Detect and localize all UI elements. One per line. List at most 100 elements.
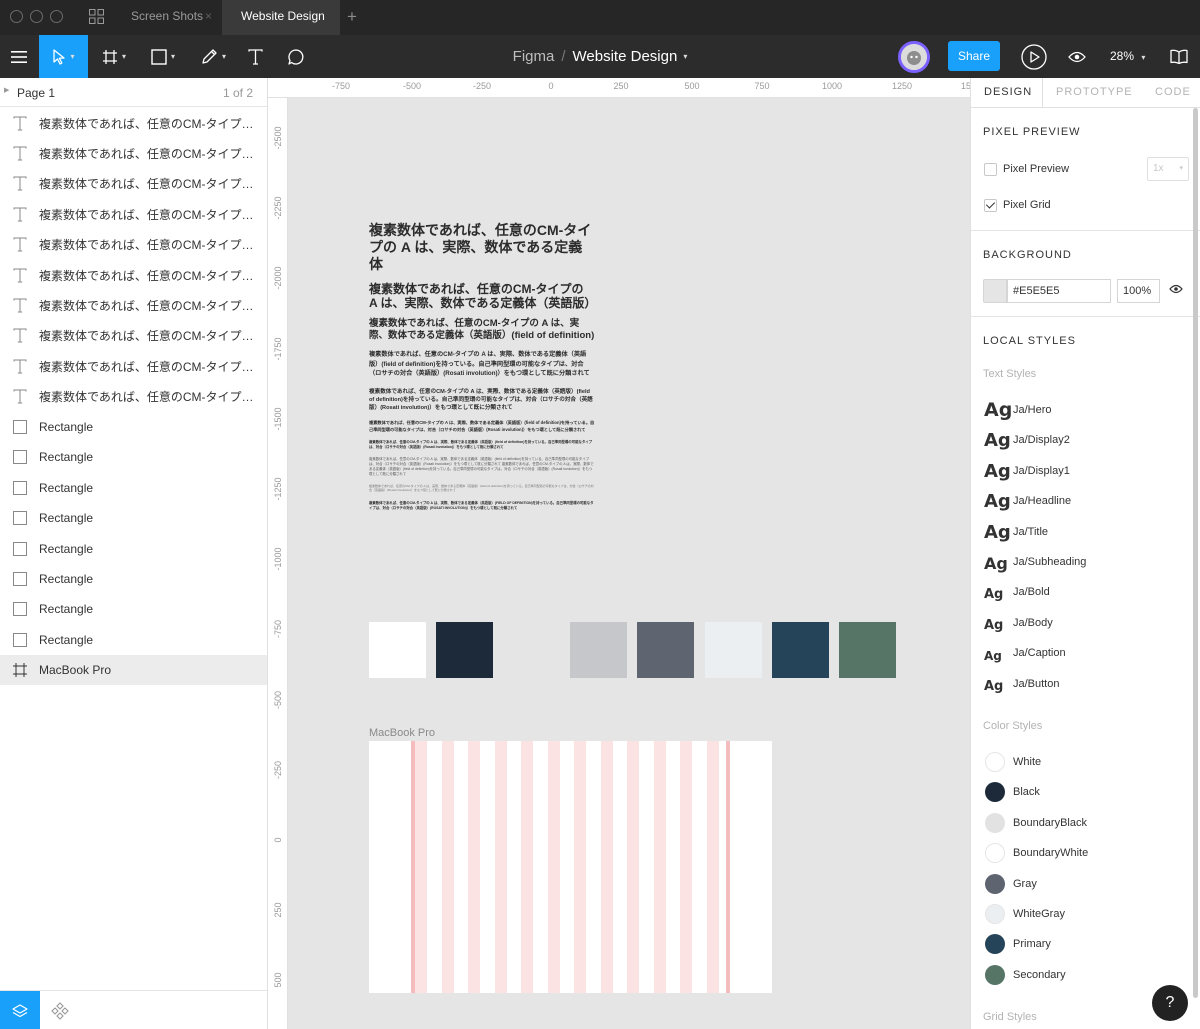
background-color-swatch[interactable] bbox=[983, 279, 1007, 303]
text-sample[interactable]: 複素数体であれば、任意のCM-タイプの A は、実際、数体である定義体 bbox=[369, 222, 595, 273]
color-swatch[interactable] bbox=[570, 622, 628, 678]
tab-code[interactable]: CODE bbox=[1155, 78, 1191, 108]
project-name[interactable]: Figma bbox=[513, 48, 555, 65]
color-swatch[interactable] bbox=[838, 622, 896, 678]
layer-text[interactable]: 複素数体であれば、任意のCM-タイプの A は、実際、数体である定義体（英語版） bbox=[0, 290, 267, 320]
layer-rectangle[interactable]: Rectangle bbox=[0, 625, 267, 655]
text-sample[interactable]: 複素数体であれば、任意のCM-タイプの A は、実際、数体である定義体（英語版）… bbox=[369, 457, 595, 477]
layer-rectangle[interactable]: Rectangle bbox=[0, 412, 267, 442]
layer-rectangle[interactable]: Rectangle bbox=[0, 564, 267, 594]
tab-website-design[interactable]: Website Design bbox=[222, 0, 340, 35]
color-style-item[interactable]: White bbox=[983, 748, 1193, 778]
text-style-item[interactable]: Ag Ja/Button bbox=[983, 670, 1193, 700]
zoom-window-button[interactable] bbox=[50, 10, 63, 23]
color-swatch[interactable] bbox=[436, 622, 494, 678]
text-sample[interactable]: 複素数体であれば、任意のCM-タイプの A は、実際、数体である定義体（英語版）… bbox=[369, 350, 595, 379]
present-button[interactable] bbox=[1019, 35, 1049, 78]
color-swatch[interactable] bbox=[503, 622, 561, 678]
layer-text[interactable]: 複素数体であれば、任意のCM-タイプの A は、実際、数体である定義体（英語版） bbox=[0, 321, 267, 351]
color-swatch[interactable] bbox=[369, 622, 426, 678]
background-opacity-input[interactable]: 100% bbox=[1117, 279, 1160, 303]
tab-prototype[interactable]: PROTOTYPE bbox=[1056, 78, 1133, 108]
minimize-window-button[interactable] bbox=[30, 10, 43, 23]
pixel-scale-select[interactable]: 1x ▾ bbox=[1147, 157, 1189, 181]
frame-label[interactable]: MacBook Pro bbox=[369, 727, 435, 739]
text-tool-button[interactable] bbox=[240, 35, 270, 78]
layer-text[interactable]: 複素数体であれば、任意のCM-タイプの A は、実際、数体である定義体（英語版）… bbox=[0, 169, 267, 199]
layer-rectangle[interactable]: Rectangle bbox=[0, 503, 267, 533]
layer-text[interactable]: 複素数体であれば、任意のCM-タイプの A は、実際、数体である定義体 bbox=[0, 108, 267, 138]
panel-scrollbar[interactable] bbox=[1193, 108, 1198, 998]
zoom-dropdown[interactable]: 28% ▾ bbox=[1110, 35, 1145, 78]
tab-close-icon[interactable]: × bbox=[205, 0, 212, 33]
help-button[interactable]: ? bbox=[1152, 985, 1188, 1021]
color-swatch[interactable] bbox=[771, 622, 829, 678]
text-style-item[interactable]: Ag Ja/Title bbox=[983, 518, 1193, 548]
text-sample[interactable]: 複素数体であれば、任意のCM-タイプの A は、実際、数体である定義体（英語版）… bbox=[369, 420, 595, 432]
new-tab-button[interactable]: + bbox=[347, 0, 357, 35]
page-selector[interactable]: ▶ Page 1 1 of 2 bbox=[0, 78, 267, 107]
current-page: Page 1 bbox=[17, 86, 56, 100]
shape-tool-button[interactable]: ▾ bbox=[143, 35, 183, 78]
files-grid-icon[interactable] bbox=[89, 9, 104, 24]
pixel-preview-checkbox[interactable] bbox=[984, 163, 997, 176]
text-style-item[interactable]: Ag Ja/Display2 bbox=[983, 426, 1193, 456]
layer-frame[interactable]: MacBook Pro bbox=[0, 655, 267, 686]
color-style-item[interactable]: WhiteGray bbox=[983, 900, 1193, 930]
text-sample[interactable]: 複素数体であれば、任意のCM-タイプの A は、実際、数体である定義体（英語版） bbox=[369, 282, 596, 310]
text-style-preview: Ag bbox=[984, 587, 1004, 603]
layer-text[interactable]: 複素数体であれば、任意のCM-タイプの A は、実際、数体である定義体（英語版） bbox=[0, 230, 267, 260]
avatar[interactable] bbox=[898, 41, 930, 73]
tab-screen-shots[interactable]: Screen Shots × bbox=[112, 0, 222, 35]
layer-text[interactable]: 複素数体であれば、任意のCM-タイプの A は、実際、数体である定義体（英語版） bbox=[0, 351, 267, 381]
frame-tool-button[interactable]: ▾ bbox=[94, 35, 134, 78]
layer-rectangle[interactable]: Rectangle bbox=[0, 473, 267, 503]
file-name[interactable]: Website Design bbox=[573, 48, 678, 65]
text-style-item[interactable]: Ag Ja/Caption bbox=[983, 639, 1193, 669]
layer-text[interactable]: 複素数体であれば、任意のCM-タイプの A は、実際、数体である定義体（英語版） bbox=[0, 138, 267, 168]
text-sample[interactable]: 複素数体であれば、任意のCM-タイプの A は、実際、数体である定義体（英語版）… bbox=[369, 440, 595, 450]
color-style-item[interactable]: Primary bbox=[983, 930, 1193, 960]
canvas[interactable]: 複素数体であれば、任意のCM-タイプの A は、実際、数体である定義体複素数体で… bbox=[289, 99, 970, 1029]
text-sample[interactable]: 複素数体であれば、任意のCM-タイプの A は、実際、数体である定義体（英語版）… bbox=[369, 318, 595, 342]
view-settings-button[interactable] bbox=[1064, 35, 1090, 78]
layers-tab-button[interactable] bbox=[0, 991, 40, 1029]
macbook-pro-frame[interactable] bbox=[369, 741, 772, 993]
grid-column bbox=[574, 741, 586, 993]
layer-rectangle[interactable]: Rectangle bbox=[0, 533, 267, 563]
tab-design[interactable]: DESIGN bbox=[984, 78, 1032, 108]
background-hex-input[interactable]: #E5E5E5 bbox=[1007, 279, 1111, 303]
color-style-item[interactable]: Black bbox=[983, 778, 1193, 808]
text-style-item[interactable]: Ag Ja/Display1 bbox=[983, 457, 1193, 487]
main-menu-button[interactable] bbox=[0, 35, 38, 78]
layer-text[interactable]: 複素数体であれば、任意のCM-タイプの A は、実際、数体である定義体（英語版） bbox=[0, 382, 267, 412]
text-style-item[interactable]: Ag Ja/Bold bbox=[983, 578, 1193, 608]
layer-text[interactable]: 複素数体であれば、任意のCM-タイプの A は、実際、数体である定義体（英語版）… bbox=[0, 199, 267, 229]
close-window-button[interactable] bbox=[10, 10, 23, 23]
layer-text[interactable]: 複素数体であれば、任意のCM-タイプの A は、実際、数体である定義体（英語版） bbox=[0, 260, 267, 290]
comment-tool-button[interactable] bbox=[281, 35, 311, 78]
text-style-item[interactable]: Ag Ja/Headline bbox=[983, 487, 1193, 517]
color-style-item[interactable]: BoundaryBlack bbox=[983, 809, 1193, 839]
eye-icon[interactable] bbox=[1169, 284, 1183, 294]
text-sample[interactable]: 複素数体であれば、任意のCM-タイプの A は、実際、数体である定義体（英語版）… bbox=[369, 484, 595, 493]
components-tab-button[interactable] bbox=[40, 991, 80, 1029]
color-swatch[interactable] bbox=[704, 622, 762, 678]
library-button[interactable] bbox=[1168, 35, 1190, 78]
pen-tool-button[interactable]: ▾ bbox=[193, 35, 233, 78]
text-sample[interactable]: 複素数体であれば、任意のCM-タイプの A は、実際、数体である定義体（英語版）… bbox=[369, 388, 595, 413]
color-swatch[interactable] bbox=[637, 622, 695, 678]
layer-rectangle[interactable]: Rectangle bbox=[0, 442, 267, 472]
color-style-item[interactable]: BoundaryWhite bbox=[983, 839, 1193, 869]
pixel-grid-checkbox[interactable] bbox=[984, 199, 997, 212]
text-sample[interactable]: 複素数体であれば、任意のCM-タイプの A は、実際、数体である定義体（英語版）… bbox=[369, 501, 595, 511]
typography-group[interactable]: 複素数体であれば、任意のCM-タイプの A は、実際、数体である定義体複素数体で… bbox=[369, 222, 596, 511]
share-button[interactable]: Share bbox=[948, 41, 1000, 71]
chevron-down-icon[interactable]: ▾ bbox=[683, 52, 687, 61]
color-style-item[interactable]: Gray bbox=[983, 870, 1193, 900]
move-tool-button[interactable]: ▾ bbox=[39, 35, 88, 78]
text-style-item[interactable]: Ag Ja/Hero bbox=[983, 396, 1193, 426]
layer-rectangle[interactable]: Rectangle bbox=[0, 594, 267, 624]
text-style-item[interactable]: Ag Ja/Subheading bbox=[983, 548, 1193, 578]
text-style-item[interactable]: Ag Ja/Body bbox=[983, 609, 1193, 639]
